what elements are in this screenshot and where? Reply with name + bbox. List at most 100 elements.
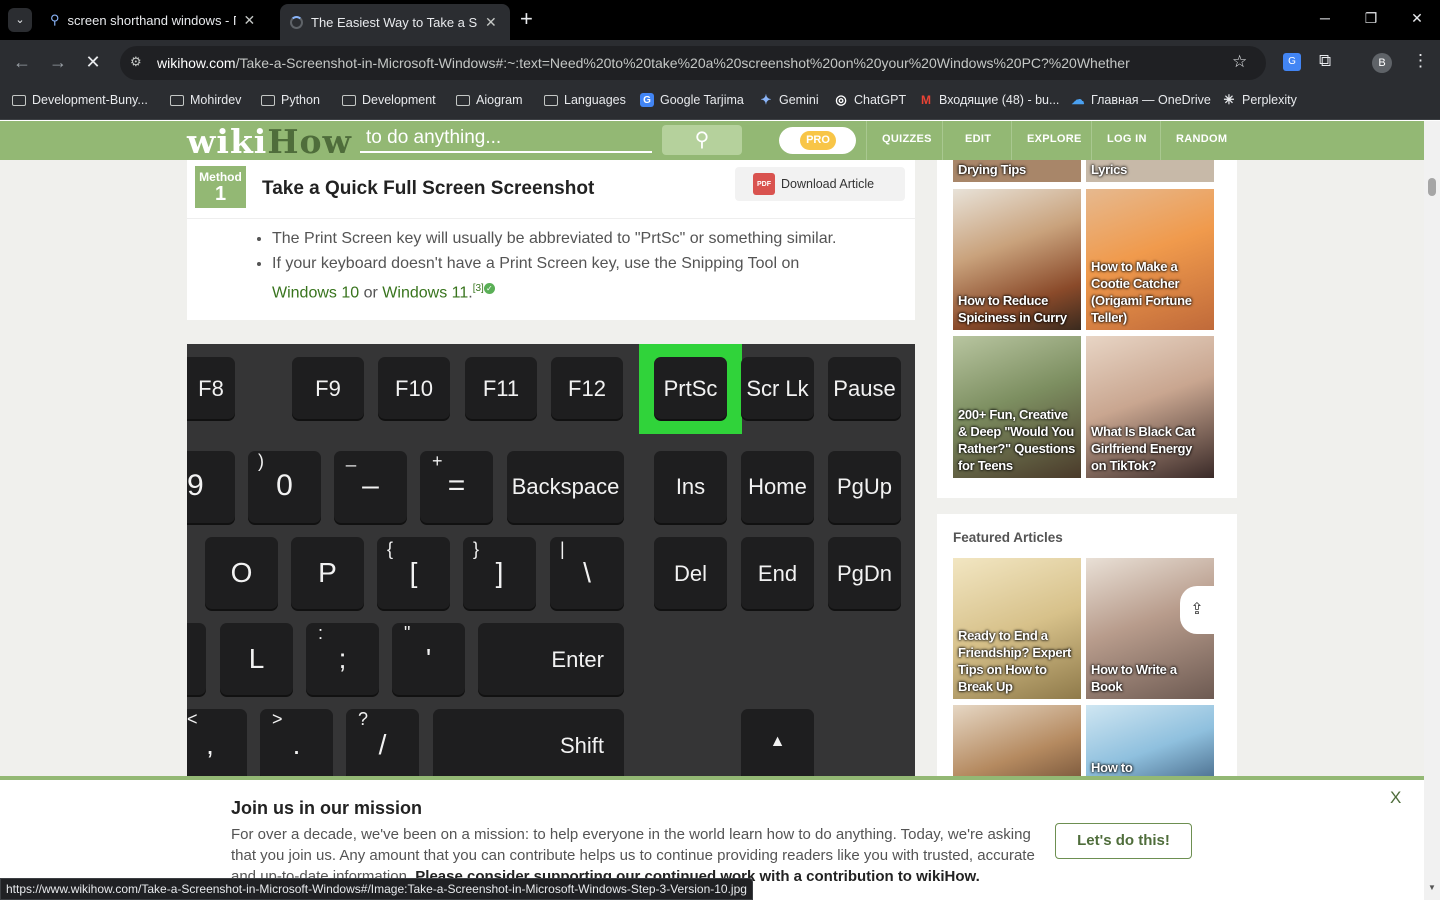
tab-search-button[interactable]: ⌄ [8, 8, 32, 32]
key-delete: Del [654, 537, 727, 609]
close-tab-icon[interactable]: ✕ [485, 14, 497, 31]
verified-check-icon: ✓ [483, 283, 495, 294]
key-f10: F10 [378, 357, 450, 419]
wikihow-logo[interactable]: wikiHow [187, 122, 352, 161]
key-backslash: | \ [550, 537, 624, 609]
key-right-bracket: }] [463, 537, 536, 609]
featured-article-card[interactable]: Ready to End a Friendship? Expert Tips o… [953, 558, 1081, 699]
key-f11: F11 [465, 357, 537, 419]
method-title: Take a Quick Full Screen Screenshot [262, 178, 595, 199]
nav-explore[interactable]: EXPLORE [1027, 133, 1082, 145]
bookmark-gmail[interactable]: M Входящие (48) - bu... [919, 93, 1059, 107]
nav-quizzes[interactable]: QUIZZES [882, 133, 932, 145]
pdf-icon: PDF [753, 173, 775, 195]
key-l: L [220, 623, 293, 695]
key-quote: " ' [392, 623, 465, 695]
tab-title: screen shorthand windows - По [67, 12, 236, 28]
key-prtsc: PrtSc [654, 357, 727, 419]
key-home: Home [741, 451, 814, 523]
method-badge: Method 1 [195, 166, 246, 208]
extensions-icon[interactable]: ⧉ [1319, 51, 1331, 71]
bookmark-folder-development-buny[interactable]: Development-Buny... [12, 93, 148, 107]
pro-button[interactable]: PRO [779, 127, 856, 154]
bookmark-folder-development[interactable]: Development [342, 93, 436, 107]
bookmark-perplexity[interactable]: ✳ Perplexity [1222, 92, 1297, 107]
scrollbar-thumb[interactable] [1428, 178, 1436, 196]
featured-article-card[interactable] [953, 705, 1081, 777]
bookmark-google-tarjima[interactable]: G Google Tarjima [640, 93, 744, 107]
download-article-button[interactable]: PDF Download Article [735, 167, 905, 201]
key-page-up: PgUp [828, 451, 901, 523]
bookmark-folder-python[interactable]: Python [261, 93, 320, 107]
key-insert: Ins [654, 451, 727, 523]
nav-edit[interactable]: EDIT [965, 133, 991, 145]
windows-10-link[interactable]: Windows 10 [272, 284, 359, 301]
folder-icon [170, 94, 184, 106]
related-article-card[interactable]: 200+ Fun, Creative & Deep "Would You Rat… [953, 336, 1081, 478]
key-enter: Enter [478, 623, 624, 695]
page-scrollbar[interactable]: ▼ [1424, 121, 1440, 900]
folder-icon [12, 94, 26, 106]
key-9: 9 [187, 451, 235, 523]
stop-loading-icon[interactable]: ✕ [81, 52, 105, 73]
key-scroll-lock: Scr Lk [741, 357, 814, 419]
key-semicolon: :; [306, 623, 379, 695]
key-0: ) 0 [248, 451, 321, 523]
menu-icon[interactable]: ⋮ [1412, 51, 1429, 71]
tab-wikihow[interactable]: The Easiest Way to Take a Scree ✕ [280, 4, 510, 40]
folder-icon [456, 94, 470, 106]
bookmark-folder-mohirdev[interactable]: Mohirdev [170, 93, 241, 107]
scroll-down-arrow-icon[interactable]: ▼ [1428, 883, 1436, 892]
share-icon[interactable]: ⇪ [1180, 586, 1214, 634]
folder-icon [544, 94, 558, 106]
donate-button[interactable]: Let's do this! [1055, 823, 1192, 859]
bookmark-chatgpt[interactable]: ◎ ChatGPT [834, 92, 906, 107]
bookmark-star-icon[interactable]: ☆ [1232, 52, 1247, 72]
key-shift: Shift [433, 709, 624, 777]
windows-11-link[interactable]: Windows 11 [382, 284, 468, 301]
address-bar[interactable]: ⚙ wikihow.com/Take-a-Screenshot-in-Micro… [120, 46, 1266, 80]
url-text[interactable]: wikihow.com/Take-a-Screenshot-in-Microso… [157, 55, 1217, 71]
forward-icon[interactable]: → [46, 52, 70, 73]
spinner-icon [290, 15, 303, 29]
bookmark-folder-languages[interactable]: Languages [544, 93, 626, 107]
key-end: End [741, 537, 814, 609]
minimize-icon[interactable]: ─ [1315, 10, 1335, 26]
site-info-icon[interactable]: ⚙ [130, 54, 142, 70]
related-article-card[interactable]: How to Make a Cootie Catcher (Origami Fo… [1086, 189, 1214, 330]
key-left-bracket: {[ [377, 537, 450, 609]
featured-article-card[interactable]: How to [1086, 705, 1214, 777]
close-tab-icon[interactable]: ✕ [244, 12, 256, 29]
profile-avatar[interactable]: B [1372, 53, 1392, 73]
key-comma: <, [187, 709, 247, 777]
featured-article-card[interactable]: How to Write a Book ⇪ [1086, 558, 1214, 699]
search-input[interactable] [360, 125, 652, 153]
banner-close-button[interactable]: X [1390, 788, 1401, 808]
key-slash: ? / [346, 709, 419, 777]
onedrive-icon: ☁ [1071, 92, 1085, 107]
key-f8: F8 [187, 357, 235, 419]
related-article-card[interactable]: Lyrics [1086, 160, 1214, 182]
bookmark-onedrive[interactable]: ☁ Главная — OneDrive [1071, 92, 1211, 107]
search-button[interactable]: ⚲ [662, 125, 742, 155]
related-article-card[interactable]: How to Reduce Spiciness in Curry [953, 189, 1081, 330]
key-period: >. [260, 709, 333, 777]
related-article-card[interactable]: What Is Black Cat Girlfriend Energy on T… [1086, 336, 1214, 478]
key-p: P [291, 537, 364, 609]
nav-log-in[interactable]: LOG IN [1107, 133, 1147, 145]
reference-link[interactable]: [3] [473, 283, 484, 294]
bookmark-gemini[interactable]: ✦ Gemini [759, 92, 819, 107]
translate-icon[interactable]: G [1283, 53, 1301, 71]
key-f9: F9 [292, 357, 364, 419]
bookmark-folder-aiogram[interactable]: Aiogram [456, 93, 523, 107]
related-article-card[interactable]: Drying Tips [953, 160, 1081, 182]
keyboard-step-image[interactable]: ◉ F8 F9 F10 F11 F12 PrtSc Scr Lk Pause 9… [187, 344, 915, 777]
close-window-icon[interactable]: ✕ [1407, 10, 1427, 27]
tab-search-results[interactable]: ⚲ screen shorthand windows - По ✕ [40, 6, 272, 34]
new-tab-button[interactable]: + [520, 6, 533, 32]
search-icon: ⚲ [694, 129, 710, 151]
restore-icon[interactable]: ❐ [1361, 10, 1381, 27]
bookmarks-bar: Development-Buny... Mohirdev Python Deve… [0, 86, 1440, 120]
nav-random[interactable]: RANDOM [1176, 133, 1227, 145]
back-icon[interactable]: ← [10, 52, 34, 73]
